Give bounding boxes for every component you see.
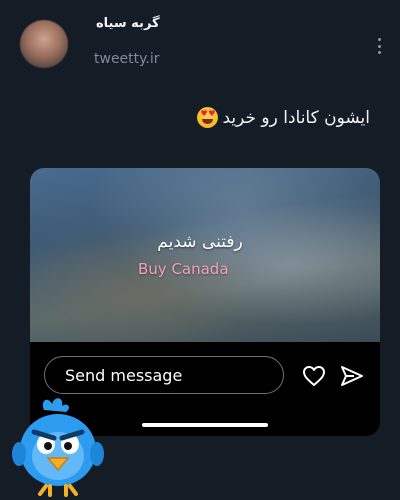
tweet-text-row: ایشون کانادا رو خرید (197, 107, 370, 128)
author-name[interactable]: گربه سیاه (96, 16, 160, 31)
author-handle[interactable]: tweetty.ir (94, 51, 160, 67)
heart-eyes-emoji-icon (197, 107, 219, 128)
tweet-text: ایشون کانادا رو خرید (222, 107, 370, 128)
heart-icon[interactable] (302, 365, 326, 387)
home-indicator (142, 423, 268, 427)
angry-bird-mascot-logo (12, 398, 104, 497)
more-options-icon[interactable] (376, 38, 382, 54)
aerial-photo[interactable]: رفتنی شدیم Buy Canada (30, 168, 380, 342)
caption-english: Buy Canada (138, 260, 229, 278)
send-message-input[interactable]: Send message (44, 356, 284, 394)
send-icon[interactable] (340, 364, 364, 388)
avatar[interactable] (20, 20, 68, 68)
send-message-text: Send message (65, 365, 183, 385)
caption-persian: رفتنی شدیم (157, 232, 243, 252)
